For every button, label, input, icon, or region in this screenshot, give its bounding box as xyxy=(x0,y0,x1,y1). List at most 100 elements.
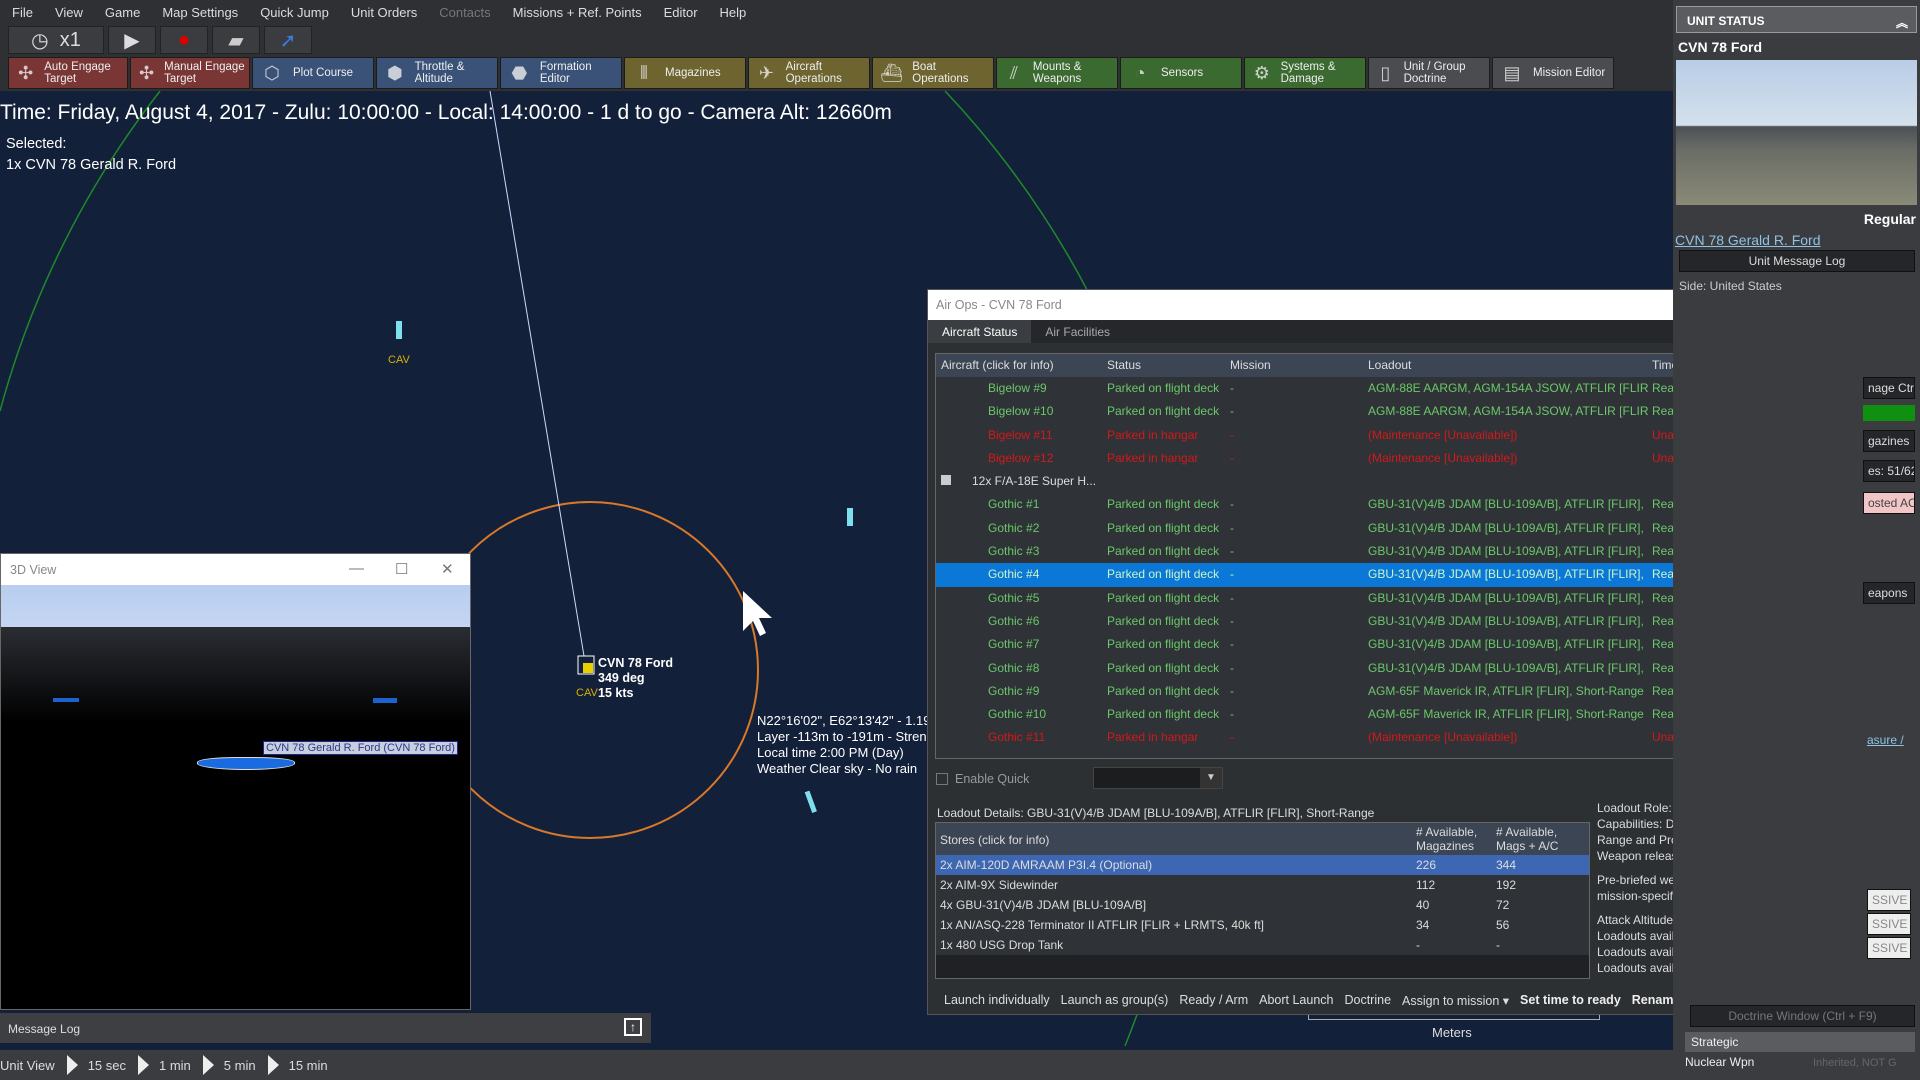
store-row[interactable]: 2x AIM-9X Sidewinder 112 192 xyxy=(936,875,1589,895)
side-button[interactable]: gazines xyxy=(1863,430,1915,452)
time-step-0[interactable]: 15 sec xyxy=(88,1058,126,1073)
side-button[interactable]: SSIVE xyxy=(1867,889,1911,911)
cell-status: Parked on flight deck xyxy=(1107,404,1220,419)
toolbar-manual-engage-target-button[interactable]: ✣ Manual Engage Target xyxy=(130,57,250,89)
group-name: 12x F/A-18E Super H... xyxy=(972,474,1097,489)
cell-loadout: (Maintenance [Unavailable]) xyxy=(1368,450,1518,465)
abort-launch-button[interactable]: Abort Launch xyxy=(1259,993,1333,1007)
set-time-to-ready-button[interactable]: Set time to ready xyxy=(1520,993,1621,1007)
store-mag-count: 112 xyxy=(1416,878,1436,892)
step-forward-icon[interactable] xyxy=(267,1055,279,1075)
side-button[interactable]: nage Ctrl xyxy=(1863,377,1915,399)
expand-up-icon[interactable]: ↑ xyxy=(624,1018,642,1036)
store-row[interactable]: 4x GBU-31(V)4/B JDAM [BLU-109A/B] 40 72 xyxy=(936,895,1589,915)
store-total-count: 192 xyxy=(1496,878,1517,892)
column-header[interactable]: Status xyxy=(1107,358,1141,372)
throttle-icon: ⬢ xyxy=(386,63,403,83)
menu-help[interactable]: Help xyxy=(720,5,747,20)
doctrine-button[interactable]: Doctrine xyxy=(1344,993,1391,1007)
tab-aircraft-status[interactable]: Aircraft Status xyxy=(928,320,1032,343)
cell-status: Parked in hangar xyxy=(1107,730,1199,745)
column-header[interactable]: Aircraft (click for info) xyxy=(941,358,1054,372)
toolbar-throttle-altitude-button[interactable]: ⬢ Throttle & Altitude xyxy=(376,57,498,89)
menu-file[interactable]: File xyxy=(12,5,33,20)
time-step-2[interactable]: 5 min xyxy=(224,1058,256,1073)
toolbar-systems-damage-button[interactable]: ⚙ Systems & Damage xyxy=(1244,57,1366,89)
quick-turnaround-dropdown[interactable]: ▼ xyxy=(1093,767,1223,789)
record-button[interactable]: ● xyxy=(160,26,208,54)
tab-air-facilities[interactable]: Air Facilities xyxy=(1031,320,1124,343)
time-step-3[interactable]: 15 min xyxy=(289,1058,328,1073)
unit-message-log-button[interactable]: Unit Message Log xyxy=(1679,250,1915,272)
menu-editor[interactable]: Editor xyxy=(664,5,698,20)
toolbar-sensors-button[interactable]: ◔ Sensors xyxy=(1120,57,1242,89)
menu-map-settings[interactable]: Map Settings xyxy=(162,5,238,20)
sim-speed-button[interactable]: ◷ x1 xyxy=(8,26,104,54)
close-icon[interactable]: ✕ xyxy=(441,560,454,578)
time-step-1[interactable]: 1 min xyxy=(159,1058,191,1073)
message-log-bar[interactable]: Message Log ↑ xyxy=(0,1013,651,1043)
store-row[interactable]: 1x AN/ASQ-228 Terminator II ATFLIR [FLIR… xyxy=(936,915,1589,935)
step-forward-icon[interactable] xyxy=(66,1055,78,1075)
toolbar-aircraft-operations-button[interactable]: ✈ Aircraft Operations xyxy=(748,57,870,89)
carrier-3d-model[interactable] xyxy=(197,757,295,770)
maximize-icon[interactable]: ☐ xyxy=(395,560,408,578)
selection-info: Selected: 1x CVN 78 Gerald R. Ford xyxy=(6,136,177,173)
play-icon: ▶ xyxy=(124,29,140,52)
store-row[interactable]: 1x 480 USG Drop Tank - - xyxy=(936,935,1589,955)
chevron-down-icon: ▼ xyxy=(1200,768,1222,788)
toolbar-auto-engage-target-button[interactable]: ✣ Auto Engage Target xyxy=(8,57,128,89)
menu-contacts[interactable]: Contacts xyxy=(439,5,490,20)
menu-unit-orders[interactable]: Unit Orders xyxy=(351,5,417,20)
enable-quick-checkbox[interactable]: Enable Quick xyxy=(936,772,1029,786)
cell-mission: - xyxy=(1230,427,1234,442)
menu-view[interactable]: View xyxy=(55,5,83,20)
column-header[interactable]: Mission xyxy=(1230,358,1271,372)
minimize-icon[interactable]: — xyxy=(349,560,364,577)
collapse-icon[interactable]: ︽ xyxy=(1896,14,1908,31)
unit-view-label[interactable]: Unit View xyxy=(0,1058,55,1073)
assign-to-mission-button[interactable]: Assign to mission ▾ xyxy=(1402,993,1509,1008)
unit-link[interactable]: CVN 78 Gerald R. Ford xyxy=(1675,232,1920,248)
play-button[interactable]: ▶ xyxy=(108,26,156,54)
store-mag-count: - xyxy=(1416,938,1420,952)
side-button[interactable]: osted AC xyxy=(1863,492,1915,514)
step-forward-icon[interactable] xyxy=(138,1055,149,1075)
side-button[interactable]: es: 51/62 xyxy=(1863,460,1915,482)
cell-mission: - xyxy=(1230,590,1234,605)
window-title: Air Ops - CVN 78 Ford xyxy=(936,298,1062,312)
toolbar-formation-editor-button[interactable]: ⬣ Formation Editor xyxy=(500,57,622,89)
store-total-count: - xyxy=(1496,938,1500,952)
menu-missions-ref-points[interactable]: Missions + Ref. Points xyxy=(513,5,642,20)
collapse-icon[interactable] xyxy=(941,475,951,486)
hover-line: Weather Clear sky - No rain xyxy=(757,761,918,776)
toolbar-magazines-button[interactable]: ⦀ Magazines xyxy=(624,57,746,89)
column-header[interactable]: Loadout xyxy=(1368,358,1411,372)
formation-icon: ⬣ xyxy=(511,63,528,83)
toolbar-mission-editor-button[interactable]: ▤ Mission Editor xyxy=(1492,57,1614,89)
cell-name: Bigelow #11 xyxy=(988,427,1053,442)
record-icon: ● xyxy=(177,28,191,51)
layers-button[interactable]: ▰ xyxy=(212,26,260,54)
cav-label: CAV xyxy=(388,354,410,366)
side-button[interactable]: eapons xyxy=(1863,582,1915,604)
sky xyxy=(1,585,470,627)
step-forward-icon[interactable] xyxy=(202,1055,214,1075)
launch-individually-button[interactable]: Launch individually xyxy=(944,993,1050,1007)
doctrine-window-button[interactable]: Doctrine Window (Ctrl + F9) xyxy=(1690,1005,1915,1027)
ready-arm-button[interactable]: Ready / Arm xyxy=(1179,993,1248,1007)
menu-quick-jump[interactable]: Quick Jump xyxy=(260,5,329,20)
side-button[interactable]: SSIVE xyxy=(1867,937,1911,959)
side-button[interactable]: asure / xyxy=(1863,730,1917,752)
toolbar-boat-operations-button[interactable]: ⛴ Boat Operations xyxy=(872,57,994,89)
toolbar-unit-group-doctrine-button[interactable]: ▯ Unit / Group Doctrine xyxy=(1368,57,1490,89)
cell-status: Parked on flight deck xyxy=(1107,660,1220,675)
redo-button[interactable]: ➚ xyxy=(264,26,312,54)
toolbar-plot-course-button[interactable]: ⬡ Plot Course xyxy=(252,57,374,89)
launch-as-group-s-button[interactable]: Launch as group(s) xyxy=(1061,993,1169,1007)
store-name: 2x AIM-120D AMRAAM P3I.4 (Optional) xyxy=(940,858,1153,872)
side-button[interactable]: SSIVE xyxy=(1867,913,1911,935)
toolbar-mounts-weapons-button[interactable]: ⫽ Mounts & Weapons xyxy=(996,57,1118,89)
menu-game[interactable]: Game xyxy=(105,5,140,20)
store-row[interactable]: 2x AIM-120D AMRAAM P3I.4 (Optional) 226 34… xyxy=(936,855,1589,875)
